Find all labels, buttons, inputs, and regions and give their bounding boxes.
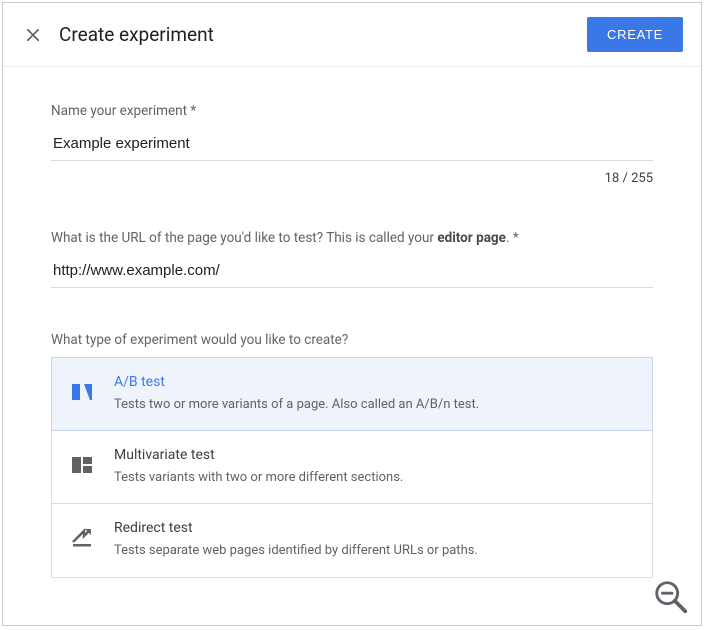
- close-icon: [24, 26, 42, 44]
- dialog-content: Name your experiment * 18 / 255 What is …: [3, 67, 701, 625]
- zoom-out-button[interactable]: [652, 578, 690, 616]
- create-experiment-dialog: Create experiment CREATE Name your exper…: [2, 2, 702, 626]
- type-option-body: Multivariate test Tests variants with tw…: [114, 447, 403, 487]
- close-button[interactable]: [21, 23, 45, 47]
- multivariate-icon: [70, 453, 94, 477]
- type-option-title: Redirect test: [114, 520, 478, 536]
- url-section: What is the URL of the page you'd like t…: [51, 230, 653, 288]
- type-option-desc: Tests variants with two or more differen…: [114, 469, 403, 487]
- dialog-header: Create experiment CREATE: [3, 3, 701, 67]
- type-option-desc: Tests separate web pages identified by d…: [114, 542, 478, 560]
- zoom-out-icon: [652, 578, 690, 616]
- type-option-redirect[interactable]: Redirect test Tests separate web pages i…: [51, 503, 653, 577]
- url-label-bold: editor page: [437, 230, 506, 246]
- create-button[interactable]: CREATE: [587, 17, 683, 52]
- name-input[interactable]: [51, 129, 653, 161]
- ab-test-icon: [70, 380, 94, 404]
- url-input[interactable]: [51, 256, 653, 288]
- redirect-icon: [70, 526, 94, 550]
- type-option-body: Redirect test Tests separate web pages i…: [114, 520, 478, 560]
- type-section: What type of experiment would you like t…: [51, 332, 653, 578]
- type-option-multivariate[interactable]: Multivariate test Tests variants with tw…: [51, 430, 653, 504]
- dialog-title: Create experiment: [59, 23, 587, 46]
- type-option-body: A/B test Tests two or more variants of a…: [114, 374, 479, 414]
- url-label-suffix: . *: [506, 230, 519, 246]
- name-section: Name your experiment * 18 / 255: [51, 103, 653, 186]
- name-char-count: 18 / 255: [51, 171, 653, 186]
- name-label: Name your experiment *: [51, 103, 653, 119]
- url-label-prefix: What is the URL of the page you'd like t…: [51, 230, 437, 246]
- type-option-ab-test[interactable]: A/B test Tests two or more variants of a…: [51, 357, 653, 431]
- type-label: What type of experiment would you like t…: [51, 332, 653, 348]
- type-option-desc: Tests two or more variants of a page. Al…: [114, 396, 479, 414]
- url-label: What is the URL of the page you'd like t…: [51, 230, 653, 246]
- type-option-title: Multivariate test: [114, 447, 403, 463]
- type-option-title: A/B test: [114, 374, 479, 390]
